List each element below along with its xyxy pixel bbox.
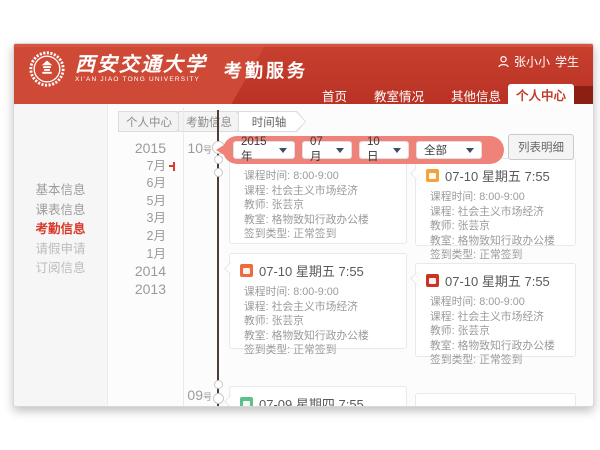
status-icon xyxy=(426,169,439,182)
brand-logo-block: 西安交通大学 XI'AN JIAO TONG UNIVERSITY 考勤服务 xyxy=(28,50,308,88)
filter-bar: 2015年 07月 10日 全部 xyxy=(223,136,504,164)
university-seal-icon xyxy=(28,50,66,88)
day-dropdown[interactable]: 10日 xyxy=(359,141,409,159)
timeline-year-2014[interactable]: 2014 xyxy=(118,263,166,281)
sidebar-item-attendance-info[interactable]: 考勤信息 xyxy=(14,218,107,237)
university-name-zh: 西安交通大学 xyxy=(75,54,207,76)
year-dropdown[interactable]: 2015年 xyxy=(233,141,295,159)
caret-down-icon xyxy=(466,148,474,153)
timeline-year-month-nav: 2015 7月 6月 5月 3月 2月 1月 2014 2013 xyxy=(118,140,166,298)
header-top-stripe xyxy=(14,44,593,47)
breadcrumb-timeline[interactable]: 时间轴 xyxy=(238,111,306,132)
timeline-year-2013[interactable]: 2013 xyxy=(118,281,166,299)
timeline-year-2015[interactable]: 2015 xyxy=(118,140,166,158)
month-dropdown[interactable]: 07月 xyxy=(302,141,352,159)
status-icon xyxy=(426,274,439,287)
breadcrumb: 个人中心 考勤信息 时间轴 xyxy=(118,111,298,132)
breadcrumb-attendance-info[interactable]: 考勤信息 xyxy=(178,111,246,132)
attendance-card-left-row2: 07-10 星期五 7:55 课程时间: 8:00-9:00 课程: 社会主义市… xyxy=(229,253,407,349)
list-detail-button[interactable]: 列表明细 xyxy=(508,134,574,160)
nav-item-classrooms[interactable]: 教室情况 xyxy=(374,86,424,105)
timeline-month-2[interactable]: 2月 xyxy=(118,228,166,246)
card-title-text: 07-09 星期四 7:55 xyxy=(259,394,364,407)
app-window: 西安交通大学 XI'AN JIAO TONG UNIVERSITY 考勤服务 张… xyxy=(13,43,594,407)
timeline-month-6[interactable]: 6月 xyxy=(118,175,166,193)
nav-item-other-info[interactable]: 其他信息 xyxy=(451,86,501,105)
university-name: 西安交通大学 XI'AN JIAO TONG UNIVERSITY xyxy=(75,54,207,84)
timeline-day-label-09: 09号 xyxy=(172,387,212,403)
breadcrumb-personal-center[interactable]: 个人中心 xyxy=(118,111,186,132)
caret-down-icon xyxy=(279,148,287,153)
app-header: 西安交通大学 XI'AN JIAO TONG UNIVERSITY 考勤服务 张… xyxy=(14,44,593,104)
timeline-month-7-active[interactable]: 7月 xyxy=(118,158,166,176)
service-title: 考勤服务 xyxy=(224,55,308,83)
timeline-day-label-10: 10号 xyxy=(172,140,212,156)
current-month-marker xyxy=(173,162,175,171)
sidebar-item-timetable-info[interactable]: 课表信息 xyxy=(14,199,107,218)
nav-item-personal-center-active[interactable]: 个人中心 xyxy=(508,84,574,104)
user-info[interactable]: 张小小 学生 xyxy=(498,53,579,70)
attendance-card-right-row3 xyxy=(415,393,576,407)
timeline-month-5[interactable]: 5月 xyxy=(118,193,166,211)
university-name-en: XI'AN JIAO TONG UNIVERSITY xyxy=(75,76,207,84)
attendance-card-right-row1: 07-10 星期五 7:55 课程时间: 8:00-9:00 课程: 社会主义市… xyxy=(415,158,576,246)
user-name: 张小小 xyxy=(514,53,550,70)
status-icon xyxy=(240,264,253,277)
screenshot-canvas: 西安交通大学 XI'AN JIAO TONG UNIVERSITY 考勤服务 张… xyxy=(0,0,600,450)
card-title-text: 07-10 星期五 7:55 xyxy=(259,261,364,280)
sidebar-item-leave-application[interactable]: 请假申请 xyxy=(14,238,107,257)
timeline-node xyxy=(214,168,223,177)
filter-bar-pointer xyxy=(216,145,224,155)
sidebar-item-basic-info[interactable]: 基本信息 xyxy=(14,179,107,198)
card-title-text: 07-10 星期五 7:55 xyxy=(445,271,550,290)
status-icon xyxy=(240,397,253,407)
attendance-card-left-row3: 07-09 星期四 7:55 xyxy=(229,386,407,407)
timeline-month-3[interactable]: 3月 xyxy=(118,210,166,228)
main-nav: 首页 教室情况 其他信息 xyxy=(322,86,501,104)
caret-down-icon xyxy=(336,148,344,153)
attendance-card-right-row2: 07-10 星期五 7:55 课程时间: 8:00-9:00 课程: 社会主义市… xyxy=(415,263,576,357)
timeline-month-1[interactable]: 1月 xyxy=(118,246,166,264)
nav-item-home[interactable]: 首页 xyxy=(322,86,347,105)
card-title-text: 07-10 星期五 7:55 xyxy=(445,166,550,185)
timeline-node xyxy=(214,155,223,164)
caret-down-icon xyxy=(393,148,401,153)
type-dropdown[interactable]: 全部 xyxy=(416,141,482,159)
nav-right-decoration xyxy=(574,86,593,104)
sidebar-item-subscription-info[interactable]: 订阅信息 xyxy=(14,257,107,276)
timeline-node xyxy=(214,380,223,389)
timeline-node xyxy=(213,393,224,404)
user-icon xyxy=(498,56,509,68)
sidebar: 基本信息 课表信息 考勤信息 请假申请 订阅信息 xyxy=(14,104,108,406)
user-role: 学生 xyxy=(555,53,579,70)
